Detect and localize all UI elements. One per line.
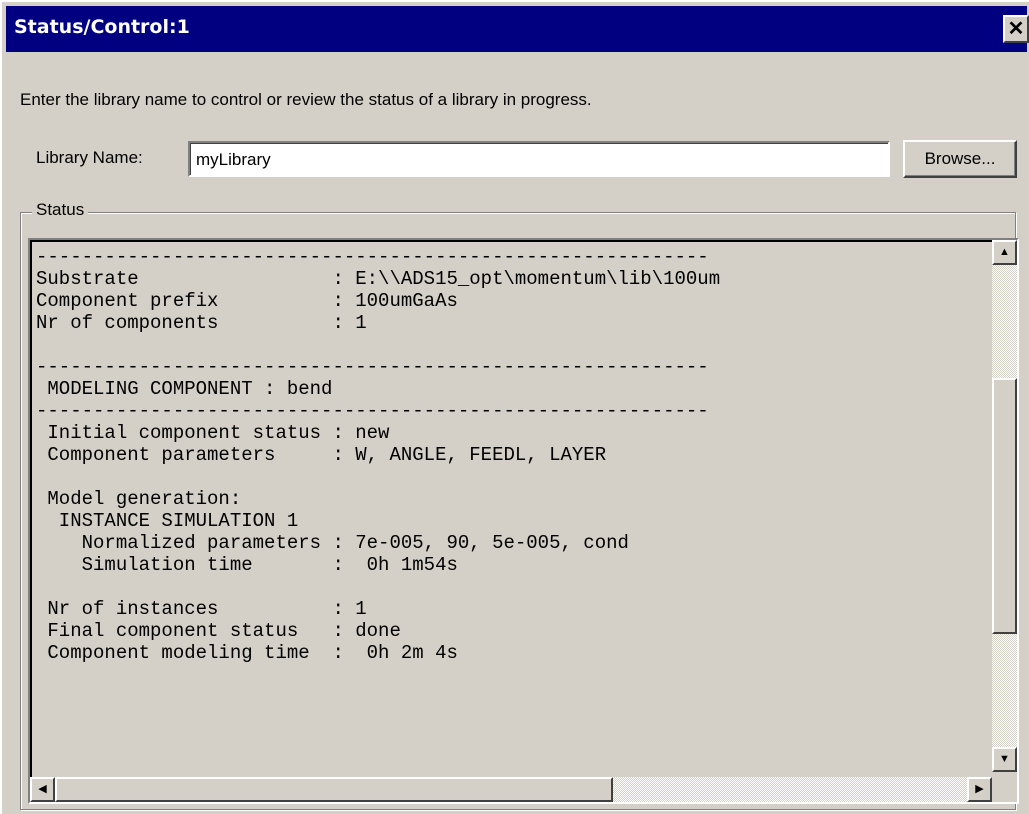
title-bar: Status/Control:1 ✕	[6, 6, 1029, 52]
log-line: Normalized parameters : 7e-005, 90, 5e-0…	[36, 532, 629, 554]
horizontal-scroll-thumb[interactable]	[55, 777, 613, 802]
arrow-right-icon: ▶	[975, 783, 984, 795]
scrollbar-corner	[992, 777, 1017, 802]
log-line: Model generation:	[36, 488, 242, 510]
log-line: Final component status : done	[36, 620, 401, 642]
log-line: MODELING COMPONENT : bend	[36, 378, 333, 400]
log-line: INSTANCE SIMULATION 1	[36, 510, 299, 532]
close-icon: ✕	[1007, 18, 1025, 40]
log-line: Component modeling time : 0h 2m 4s	[36, 642, 458, 664]
vertical-scrollbar[interactable]: ▲ ▼	[992, 240, 1017, 772]
arrow-down-icon: ▼	[999, 753, 1010, 765]
status-control-dialog: Status/Control:1 ✕ Enter the library nam…	[0, 0, 1029, 814]
status-group-label: Status	[32, 200, 89, 220]
vertical-scroll-thumb[interactable]	[992, 378, 1017, 634]
close-button[interactable]: ✕	[1003, 15, 1029, 43]
log-line: Substrate : E:\\ADS15_opt\momentum\lib\1…	[36, 268, 721, 290]
library-name-input[interactable]: myLibrary	[188, 141, 890, 177]
instruction-text: Enter the library name to control or rev…	[20, 90, 592, 109]
log-line: Initial component status : new	[36, 422, 390, 444]
status-log-textarea[interactable]: ----------------------------------------…	[28, 238, 1019, 804]
scroll-up-button[interactable]: ▲	[992, 240, 1017, 265]
log-line: Component prefix : 100umGaAs	[36, 290, 458, 312]
library-name-label: Library Name:	[36, 148, 143, 167]
log-line: ----------------------------------------…	[36, 400, 709, 422]
scroll-down-button[interactable]: ▼	[992, 747, 1017, 772]
scroll-right-button[interactable]: ▶	[967, 777, 992, 802]
log-line: ----------------------------------------…	[36, 356, 709, 378]
arrow-left-icon: ◀	[38, 783, 47, 795]
scroll-left-button[interactable]: ◀	[30, 777, 55, 802]
horizontal-scrollbar[interactable]: ◀ ▶	[30, 777, 992, 802]
log-line: Component parameters : W, ANGLE, FEEDL, …	[36, 444, 607, 466]
window-title: Status/Control:1	[14, 16, 190, 38]
browse-button[interactable]: Browse...	[903, 140, 1017, 178]
log-line: Nr of components : 1	[36, 312, 367, 334]
arrow-up-icon: ▲	[999, 246, 1010, 258]
log-line: ----------------------------------------…	[36, 246, 709, 268]
status-log-content: ----------------------------------------…	[36, 246, 988, 766]
log-line: Nr of instances : 1	[36, 598, 367, 620]
log-line: Simulation time : 0h 1m54s	[36, 554, 458, 576]
